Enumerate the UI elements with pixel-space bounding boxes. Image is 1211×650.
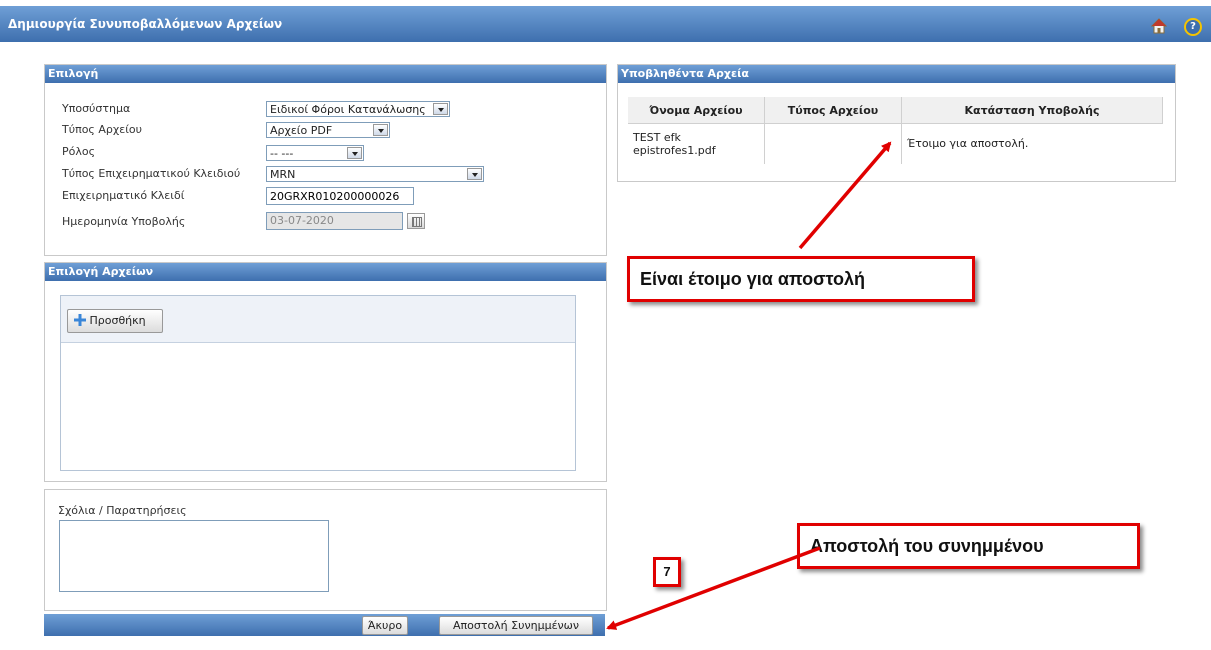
file-selection-header: Επιλογή Αρχείων	[45, 263, 606, 281]
submitted-files-panel: Υποβληθέντα Αρχεία Όνομα Αρχείου Τύπος Α…	[617, 64, 1176, 182]
role-value: -- ---	[270, 147, 294, 160]
submission-date-input: 03-07-2020	[266, 212, 403, 230]
subsystem-label: Υποσύστημα	[62, 102, 131, 115]
file-selection-panel: Επιλογή Αρχείων Προσθήκη	[44, 262, 607, 482]
ready-callout: Είναι έτοιμο για αποστολή	[627, 256, 975, 302]
comments-label: Σχόλια / Παρατηρήσεις	[58, 504, 187, 517]
chevron-down-icon[interactable]	[467, 168, 482, 180]
submission-date-label: Ημερομηνία Υποβολής	[62, 215, 186, 228]
selection-header: Επιλογή	[45, 65, 606, 83]
role-label: Ρόλος	[62, 145, 96, 158]
business-key-input[interactable]	[266, 187, 414, 205]
home-icon[interactable]	[1151, 18, 1167, 34]
calendar-icon[interactable]	[407, 213, 425, 229]
business-key-type-value: MRN	[270, 168, 296, 181]
table-header-row: Όνομα Αρχείου Τύπος Αρχείου Κατάσταση Υπ…	[628, 97, 1163, 124]
title-bar: Δημιουργία Συνυποβαλλόμενων Αρχείων ?	[0, 6, 1211, 42]
table-row[interactable]: TEST efk epistrofes1.pdf Έτοιμο για αποσ…	[628, 123, 1163, 164]
file-name-cell: TEST efk epistrofes1.pdf	[628, 123, 765, 164]
role-select[interactable]: -- ---	[266, 145, 364, 161]
file-toolbar: Προσθήκη	[61, 296, 575, 343]
selection-panel: Επιλογή Υποσύστημα Ειδικοί Φόροι Κατανάλ…	[44, 64, 607, 256]
column-header-status[interactable]: Κατάσταση Υποβολής	[901, 97, 1163, 124]
chevron-down-icon[interactable]	[347, 147, 362, 159]
comments-textarea[interactable]	[59, 520, 329, 592]
subsystem-select[interactable]: Ειδικοί Φόροι Κατανάλωσης	[266, 101, 450, 117]
submitted-files-header: Υποβληθέντα Αρχεία	[618, 65, 1175, 83]
submitted-files-table: Όνομα Αρχείου Τύπος Αρχείου Κατάσταση Υπ…	[628, 97, 1163, 164]
footer-bar: Άκυρο Αποστολή Συνημμένων	[44, 614, 605, 636]
chevron-down-icon[interactable]	[433, 103, 448, 115]
plus-icon	[74, 314, 86, 326]
file-list-area[interactable]: Προσθήκη	[60, 295, 576, 471]
arrow-to-send-button	[606, 546, 821, 630]
file-type-cell	[764, 123, 902, 164]
file-type-select[interactable]: Αρχείο PDF	[266, 122, 390, 138]
chevron-down-icon[interactable]	[373, 124, 388, 136]
business-key-label: Επιχειρηματικό Κλειδί	[62, 189, 185, 202]
add-file-label: Προσθήκη	[89, 314, 146, 327]
send-callout: Αποστολή του συνημμένου	[797, 523, 1140, 569]
file-type-value: Αρχείο PDF	[270, 124, 333, 137]
column-header-file-name[interactable]: Όνομα Αρχείου	[628, 97, 765, 124]
column-header-file-type[interactable]: Τύπος Αρχείου	[764, 97, 902, 124]
business-key-type-select[interactable]: MRN	[266, 166, 484, 182]
file-type-label: Τύπος Αρχείου	[62, 123, 143, 136]
cancel-button[interactable]: Άκυρο	[362, 616, 408, 635]
subsystem-value: Ειδικοί Φόροι Κατανάλωσης	[270, 103, 426, 116]
window-title: Δημιουργία Συνυποβαλλόμενων Αρχείων	[8, 17, 283, 31]
comments-panel: Σχόλια / Παρατηρήσεις	[44, 489, 607, 611]
file-name-line1: TEST efk	[633, 130, 681, 144]
business-key-type-label: Τύπος Επιχειρηματικού Κλειδιού	[62, 167, 241, 180]
file-name-line2: epistrofes1.pdf	[633, 143, 716, 157]
send-attachments-button[interactable]: Αποστολή Συνημμένων	[439, 616, 593, 635]
status-cell: Έτοιμο για αποστολή.	[907, 137, 1029, 151]
step-number-badge: 7	[653, 557, 681, 587]
help-icon[interactable]: ?	[1184, 18, 1202, 36]
add-file-button[interactable]: Προσθήκη	[67, 309, 163, 333]
